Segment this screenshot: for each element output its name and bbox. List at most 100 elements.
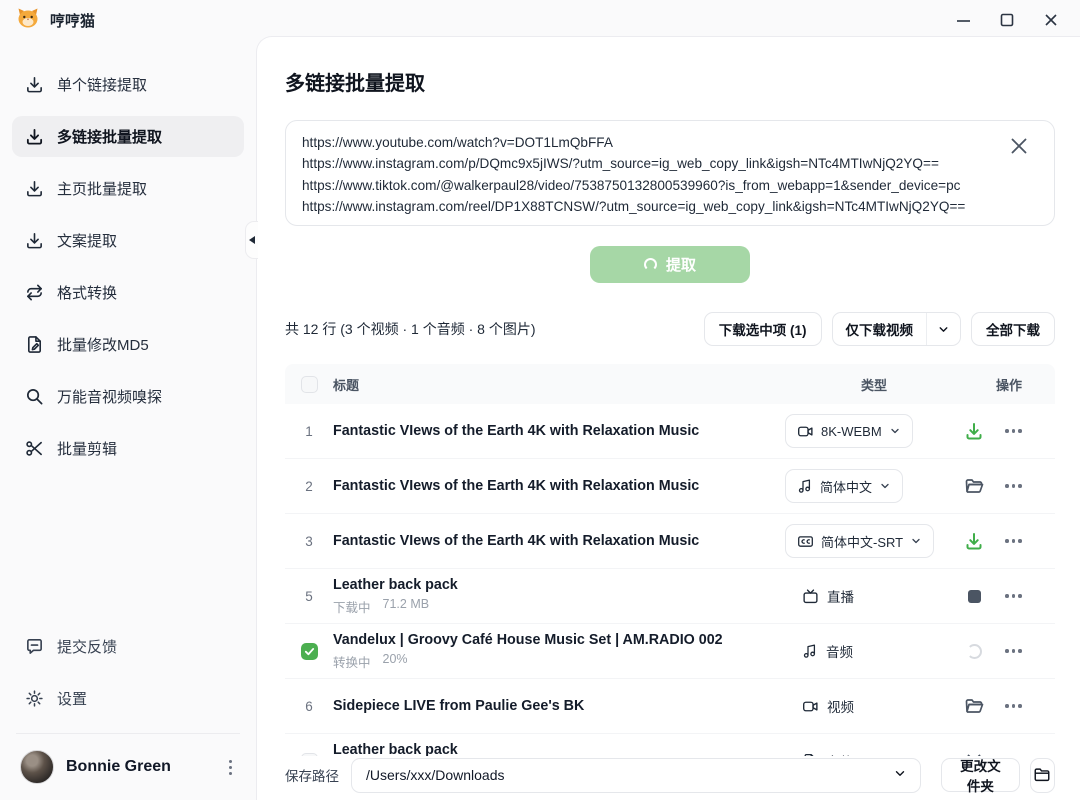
more-actions-icon[interactable] bbox=[1005, 645, 1022, 657]
type-indicator: 音频 bbox=[802, 641, 853, 661]
cat-icon bbox=[16, 7, 40, 34]
type-label: 简体中文 bbox=[820, 477, 872, 496]
row-index: 2 bbox=[305, 479, 313, 494]
sidebar-nav: 单个链接提取 多链接批量提取 主页批量提取 文案提取 bbox=[0, 40, 256, 480]
url-input[interactable]: https://www.youtube.com/watch?v=DOT1LmQb… bbox=[286, 121, 1054, 220]
row-title: Sidepiece LIVE from Paulie Gee's BK bbox=[333, 698, 775, 714]
scissors-icon bbox=[24, 439, 44, 459]
chevron-left-icon bbox=[249, 236, 255, 244]
close-icon[interactable] bbox=[1036, 7, 1066, 33]
sidebar-item-format-convert[interactable]: 格式转换 bbox=[12, 272, 244, 313]
sidebar-item-label: 批量剪辑 bbox=[57, 438, 117, 459]
sidebar-item-settings[interactable]: 设置 bbox=[12, 678, 244, 719]
spinner-icon bbox=[963, 640, 985, 662]
save-path-select[interactable]: /Users/xxx/Downloads bbox=[351, 758, 921, 793]
search-icon bbox=[24, 387, 44, 407]
sidebar: 单个链接提取 多链接批量提取 主页批量提取 文案提取 bbox=[0, 40, 256, 800]
app-title: 哼哼猫 bbox=[50, 10, 95, 31]
sidebar-item-label: 单个链接提取 bbox=[57, 74, 147, 95]
sidebar-item-batch-clip[interactable]: 批量剪辑 bbox=[12, 428, 244, 469]
sidebar-item-caption-extract[interactable]: 文案提取 bbox=[12, 220, 244, 261]
row-checkbox-checked[interactable] bbox=[301, 643, 318, 660]
type-dropdown[interactable]: 简体中文 bbox=[785, 469, 903, 503]
open-folder-button[interactable] bbox=[1030, 758, 1055, 793]
folder-open-icon[interactable] bbox=[963, 475, 985, 497]
more-actions-icon[interactable] bbox=[1005, 425, 1022, 437]
convert-repeat-icon bbox=[24, 283, 44, 303]
sidebar-item-single-link-extract[interactable]: 单个链接提取 bbox=[12, 64, 244, 105]
download-videos-only-split-button: 仅下载视频 bbox=[832, 312, 962, 346]
header-action: 操作 bbox=[963, 375, 1055, 394]
download-tray-icon bbox=[24, 75, 44, 95]
document-edit-icon bbox=[24, 335, 44, 355]
row-status: 下载中 71.2 MB bbox=[333, 597, 775, 616]
loading-spinner-icon bbox=[644, 258, 657, 271]
window-controls bbox=[948, 7, 1066, 33]
sidebar-item-label: 批量修改MD5 bbox=[57, 334, 149, 355]
clear-input-icon[interactable] bbox=[1006, 133, 1032, 159]
sidebar-divider bbox=[16, 733, 240, 734]
sidebar-item-batch-modify-md5[interactable]: 批量修改MD5 bbox=[12, 324, 244, 365]
profile-row[interactable]: Bonnie Green bbox=[12, 744, 244, 790]
extract-button-label: 提取 bbox=[666, 254, 696, 275]
header-title: 标题 bbox=[333, 375, 785, 394]
header-type: 类型 bbox=[785, 375, 963, 394]
type-indicator: 视频 bbox=[802, 696, 854, 716]
type-dropdown[interactable]: 简体中文-SRT bbox=[785, 524, 934, 558]
stop-icon[interactable] bbox=[963, 585, 985, 607]
profile-name: Bonnie Green bbox=[66, 758, 213, 776]
sidebar-item-label: 格式转换 bbox=[57, 282, 117, 303]
more-actions-icon[interactable] bbox=[1005, 700, 1022, 712]
download-tray-icon bbox=[24, 127, 44, 147]
minimize-icon[interactable] bbox=[948, 7, 978, 33]
row-title: Fantastic VIews of the Earth 4K with Rel… bbox=[333, 533, 775, 549]
type-label: 直播 bbox=[827, 586, 854, 606]
extract-button[interactable]: 提取 bbox=[590, 246, 750, 283]
table-header: 标题 类型 操作 bbox=[285, 364, 1055, 404]
row-status: 转换中 20% bbox=[333, 652, 775, 671]
more-actions-icon[interactable] bbox=[1005, 480, 1022, 492]
video-camera-icon bbox=[802, 698, 819, 715]
sidebar-item-label: 文案提取 bbox=[57, 230, 117, 251]
chevron-down-icon bbox=[879, 480, 891, 492]
download-videos-only-button[interactable]: 仅下载视频 bbox=[833, 313, 927, 345]
download-icon[interactable] bbox=[963, 420, 985, 442]
type-indicator: 直播 bbox=[802, 586, 854, 606]
folder-icon bbox=[1033, 766, 1051, 784]
table-row: 6 Sidepiece LIVE from Paulie Gee's BK 视频 bbox=[285, 679, 1055, 734]
row-title: Fantastic VIews of the Earth 4K with Rel… bbox=[333, 423, 775, 439]
status-value: 71.2 MB bbox=[383, 597, 430, 616]
maximize-icon[interactable] bbox=[992, 7, 1022, 33]
row-title: Fantastic VIews of the Earth 4K with Rel… bbox=[333, 478, 775, 494]
profile-menu-icon[interactable] bbox=[225, 756, 236, 779]
type-dropdown[interactable]: 8K-WEBM bbox=[785, 414, 913, 448]
sidebar-item-label: 主页批量提取 bbox=[57, 178, 147, 199]
closed-caption-icon bbox=[797, 533, 814, 550]
sidebar-item-homepage-batch-extract[interactable]: 主页批量提取 bbox=[12, 168, 244, 209]
page-title: 多链接批量提取 bbox=[285, 67, 1055, 96]
avatar bbox=[20, 750, 54, 784]
type-label: 8K-WEBM bbox=[821, 424, 882, 439]
download-selected-button[interactable]: 下载选中项 (1) bbox=[704, 312, 822, 346]
row-index: 5 bbox=[305, 589, 313, 604]
sidebar-item-multi-link-batch-extract[interactable]: 多链接批量提取 bbox=[12, 116, 244, 157]
chevron-down-icon[interactable] bbox=[926, 313, 960, 345]
app-identity: 哼哼猫 bbox=[16, 7, 95, 34]
table-row: 5 Leather back pack 下载中 71.2 MB 直播 bbox=[285, 569, 1055, 624]
url-input-box: https://www.youtube.com/watch?v=DOT1LmQb… bbox=[285, 120, 1055, 226]
sidebar-item-media-sniffer[interactable]: 万能音视频嗅探 bbox=[12, 376, 244, 417]
results-table: 标题 类型 操作 1 Fantastic VIews of the Earth … bbox=[285, 364, 1055, 789]
download-icon[interactable] bbox=[963, 530, 985, 552]
more-actions-icon[interactable] bbox=[1005, 535, 1022, 547]
save-path-bar: 保存路径 /Users/xxx/Downloads 更改文件夹 bbox=[257, 756, 1080, 800]
download-all-button[interactable]: 全部下载 bbox=[971, 312, 1055, 346]
sidebar-item-label: 万能音视频嗅探 bbox=[57, 386, 162, 407]
sidebar-item-feedback[interactable]: 提交反馈 bbox=[12, 626, 244, 667]
more-actions-icon[interactable] bbox=[1005, 590, 1022, 602]
folder-open-icon[interactable] bbox=[963, 695, 985, 717]
tv-icon bbox=[802, 588, 819, 605]
sidebar-collapse-handle[interactable] bbox=[245, 221, 258, 259]
chat-bubble-icon bbox=[24, 637, 44, 657]
select-all-checkbox[interactable] bbox=[301, 376, 318, 393]
change-folder-button[interactable]: 更改文件夹 bbox=[941, 758, 1020, 792]
